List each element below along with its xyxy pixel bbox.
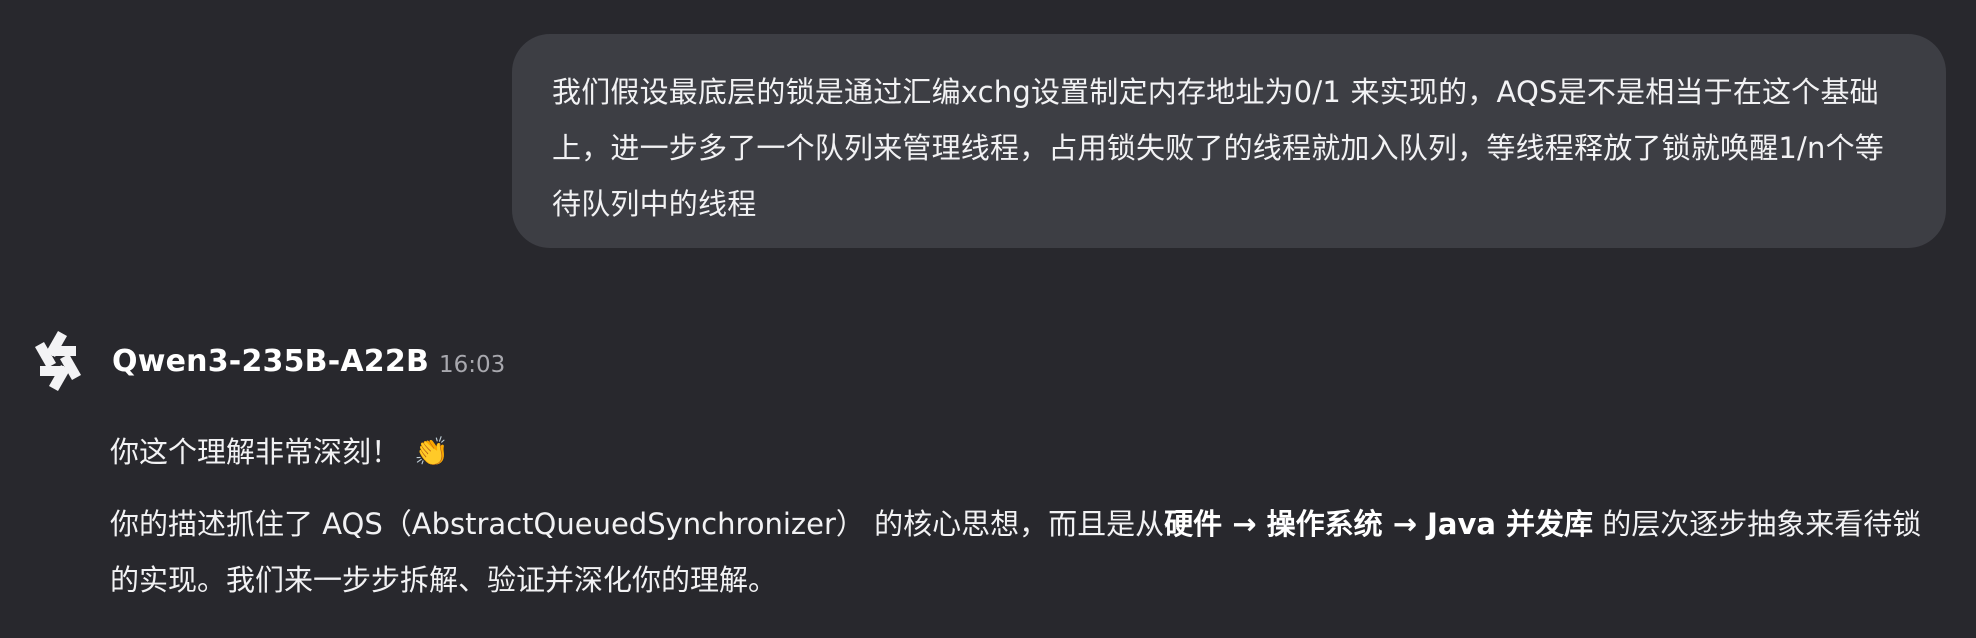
paragraph-2-bold-hierarchy: 硬件 → 操作系统 → Java 并发库	[1164, 507, 1594, 541]
user-message-text: 我们假设最底层的锁是通过汇编xchg设置制定内存地址为0/1 来实现的，AQS是…	[552, 75, 1885, 221]
assistant-paragraph-1: 你这个理解非常深刻！ 👏	[110, 424, 1950, 480]
assistant-message-body: 你这个理解非常深刻！ 👏 你的描述抓住了 AQS（AbstractQueuedS…	[110, 424, 1950, 608]
assistant-paragraph-1-text: 你这个理解非常深刻！	[110, 435, 401, 469]
qwen-logo-icon	[26, 326, 90, 396]
user-message-bubble: 我们假设最底层的锁是通过汇编xchg设置制定内存地址为0/1 来实现的，AQS是…	[512, 34, 1946, 248]
model-name: Qwen3-235B-A22B	[112, 343, 430, 379]
assistant-header: Qwen3-235B-A22B 16:03	[26, 326, 505, 396]
assistant-paragraph-2: 你的描述抓住了 AQS（AbstractQueuedSynchronizer） …	[110, 496, 1950, 608]
paragraph-2-segment-1: 你的描述抓住了 AQS（AbstractQueuedSynchronizer） …	[110, 507, 1165, 541]
clapping-hands-icon: 👏	[414, 435, 449, 468]
message-timestamp: 16:03	[439, 352, 506, 378]
